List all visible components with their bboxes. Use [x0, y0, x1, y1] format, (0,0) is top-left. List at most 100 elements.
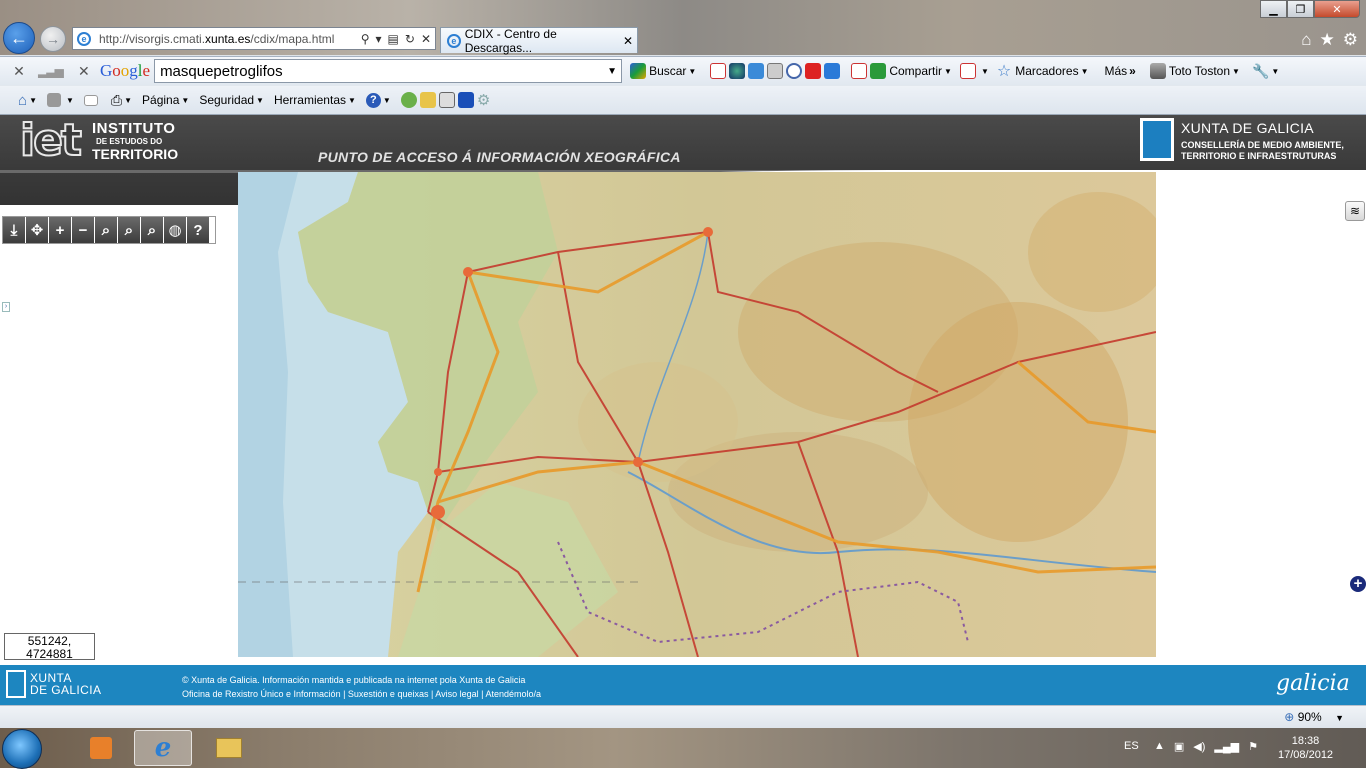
plus-circle-icon: + — [1353, 575, 1363, 592]
cog-icon[interactable]: ⚙ — [477, 91, 490, 109]
stop-icon[interactable]: ✕ — [421, 32, 431, 46]
search-dropdown-icon[interactable]: ▼ — [607, 66, 621, 77]
star-outline-icon: ☆ — [996, 63, 1012, 80]
footer-links[interactable]: Oficina de Rexistro Único e Información … — [182, 689, 541, 699]
google-g-icon — [630, 63, 647, 79]
browser-right-icons: ⌂ ★ ⚙ — [1301, 30, 1358, 50]
share-icon — [870, 63, 887, 79]
gmail-icon[interactable] — [710, 63, 727, 79]
iet-logo: iet — [19, 115, 83, 166]
bookmarks-button[interactable]: ☆ Marcadores ▼ — [997, 61, 1089, 81]
zoom-dropdown-icon[interactable]: ▼ — [1335, 713, 1344, 723]
settings-gear-icon[interactable]: ⚙ — [1343, 30, 1358, 50]
camera-icon[interactable] — [748, 63, 765, 79]
zoom-level-control[interactable]: ⊕ 90% ▼ — [1284, 710, 1344, 724]
action-center-flag-icon[interactable]: ⚑ — [1248, 740, 1258, 753]
compat-view-icon[interactable]: ▤ — [388, 32, 399, 46]
map-image — [238, 172, 1156, 657]
help-menu[interactable]: ? ▼ — [365, 92, 391, 108]
help-tool[interactable]: ? — [187, 217, 210, 243]
search-icon[interactable]: ⚲ — [361, 32, 370, 46]
zoom-out-tool[interactable]: − — [72, 217, 95, 243]
url-text[interactable]: http://visorgis.cmati.xunta.es/cdix/mapa… — [99, 32, 334, 46]
blocker-icon[interactable] — [959, 63, 976, 79]
xunta-shield-logo — [1140, 118, 1174, 161]
globe-tool[interactable]: ◍ — [164, 217, 187, 243]
tray-expand-icon[interactable]: ▲ — [1154, 740, 1165, 753]
messenger-icon[interactable] — [400, 92, 417, 108]
feeds-menu[interactable]: ▼ — [46, 93, 74, 107]
taskbar-media-player[interactable] — [72, 730, 130, 766]
expand-plus-button[interactable]: + — [1350, 576, 1366, 592]
system-clock[interactable]: 18:38 17/08/2012 — [1278, 734, 1333, 762]
layers-button[interactable]: ≋ — [1345, 201, 1365, 221]
tab-title: CDIX - Centro de Descargas... — [464, 26, 557, 55]
dropdown-icon[interactable]: ▾ — [376, 32, 382, 46]
forward-button[interactable]: → — [40, 26, 66, 52]
xunta-title: XUNTA DE GALICIA — [1181, 120, 1314, 136]
minimize-button[interactable]: ▁ — [1260, 0, 1287, 18]
buscar-button[interactable]: Buscar ▼ — [630, 63, 696, 79]
zoom-box-tool[interactable]: ⌕ — [95, 217, 118, 243]
zoom-box-icon: ⌕ — [101, 221, 111, 239]
home-icon[interactable]: ⌂ — [1301, 30, 1311, 50]
taskbar-internet-explorer[interactable]: e — [134, 730, 192, 766]
page-icon[interactable] — [767, 63, 784, 79]
map-viewport[interactable] — [238, 172, 1156, 657]
media-player-icon — [90, 737, 112, 759]
system-tray: ▲ ▣ ◀) ▂▄▆ ⚑ — [1154, 740, 1258, 753]
internet-explorer-icon: e — [154, 733, 172, 763]
tools-menu[interactable]: Herramientas ▼ — [274, 93, 356, 107]
download-tool[interactable]: ⤓ — [3, 217, 26, 243]
onenote-icon[interactable] — [438, 92, 455, 108]
browser-chrome: ← → e http://visorgis.cmati.xunta.es/cdi… — [0, 0, 1366, 115]
volume-icon[interactable]: ◀) — [1193, 740, 1205, 753]
bluetooth-icon[interactable] — [457, 92, 474, 108]
xunta-footer-logo[interactable]: XUNTA DE GALICIA — [6, 670, 101, 698]
mail-icon[interactable] — [851, 63, 868, 79]
start-button[interactable] — [2, 729, 42, 769]
more-button[interactable]: Más» — [1105, 64, 1136, 78]
pan-tool[interactable]: ✥ — [26, 217, 49, 243]
research-icon[interactable] — [419, 92, 436, 108]
earth-icon[interactable] — [729, 63, 746, 79]
user-menu[interactable]: Toto Toston ▼ — [1149, 63, 1240, 79]
youtube-icon[interactable] — [805, 63, 822, 79]
close-window-button[interactable]: ✕ — [1314, 0, 1360, 18]
network-icon[interactable]: ▂▄▆ — [1214, 740, 1239, 753]
refresh-icon[interactable]: ↻ — [405, 32, 415, 46]
portal-title: PUNTO DE ACCESO Á INFORMACIÓN XEOGRÁFICA — [318, 149, 681, 165]
plus-cross-icon[interactable] — [824, 63, 841, 79]
maximize-button[interactable]: ❐ — [1287, 0, 1314, 18]
page-menu[interactable]: Página ▼ — [142, 93, 189, 107]
tab-close-icon[interactable]: ✕ — [623, 34, 633, 48]
language-indicator[interactable]: ES — [1124, 740, 1139, 752]
galicia-brand-logo: galicia — [1276, 671, 1350, 696]
zoom-full-tool[interactable]: ⌕ — [141, 217, 164, 243]
layers-icon: ≋ — [1349, 204, 1361, 218]
expand-panel-arrow-icon[interactable]: › — [2, 302, 10, 312]
favorites-star-icon[interactable]: ★ — [1320, 30, 1335, 50]
google-search-input[interactable]: masquepetroglifos ▼ — [154, 59, 623, 83]
map-toolbar: ⤓ ✥ + − ⌕ ⌕ ⌕ ◍? — [2, 216, 216, 244]
usb-icon[interactable]: ▣ — [1174, 740, 1184, 753]
zoom-in-tool[interactable]: + — [49, 217, 72, 243]
compass-icon[interactable] — [786, 63, 803, 79]
institute-name: INSTITUTO DE ESTUDOS DO TERRITORIO — [92, 120, 179, 162]
back-arrow-icon: ← — [10, 27, 28, 48]
taskbar-file-explorer[interactable] — [200, 730, 258, 766]
security-menu[interactable]: Seguridad ▼ — [199, 93, 264, 107]
xunta-emblem-icon — [6, 670, 26, 698]
tab-cdix[interactable]: e CDIX - Centro de Descargas... ✕ — [440, 26, 638, 55]
close-toolbar-icon[interactable]: ✕ — [0, 63, 38, 80]
print-menu[interactable]: ⎙ ▼ — [111, 92, 132, 109]
clear-icon[interactable]: ✕ — [78, 63, 100, 80]
home-menu[interactable]: ⌂ ▼ — [18, 92, 37, 109]
zoom-prev-tool[interactable]: ⌕ — [118, 217, 141, 243]
read-mail-button[interactable] — [83, 94, 101, 106]
back-button[interactable]: ← — [3, 22, 35, 54]
share-button[interactable]: Compartir — [889, 64, 942, 78]
wrench-menu[interactable]: 🔧 ▼ — [1252, 63, 1279, 80]
address-bar[interactable]: e http://visorgis.cmati.xunta.es/cdix/ma… — [72, 27, 436, 50]
department-name: CONSELLERÍA DE MEDIO AMBIENTE, TERRITORI… — [1181, 140, 1344, 161]
